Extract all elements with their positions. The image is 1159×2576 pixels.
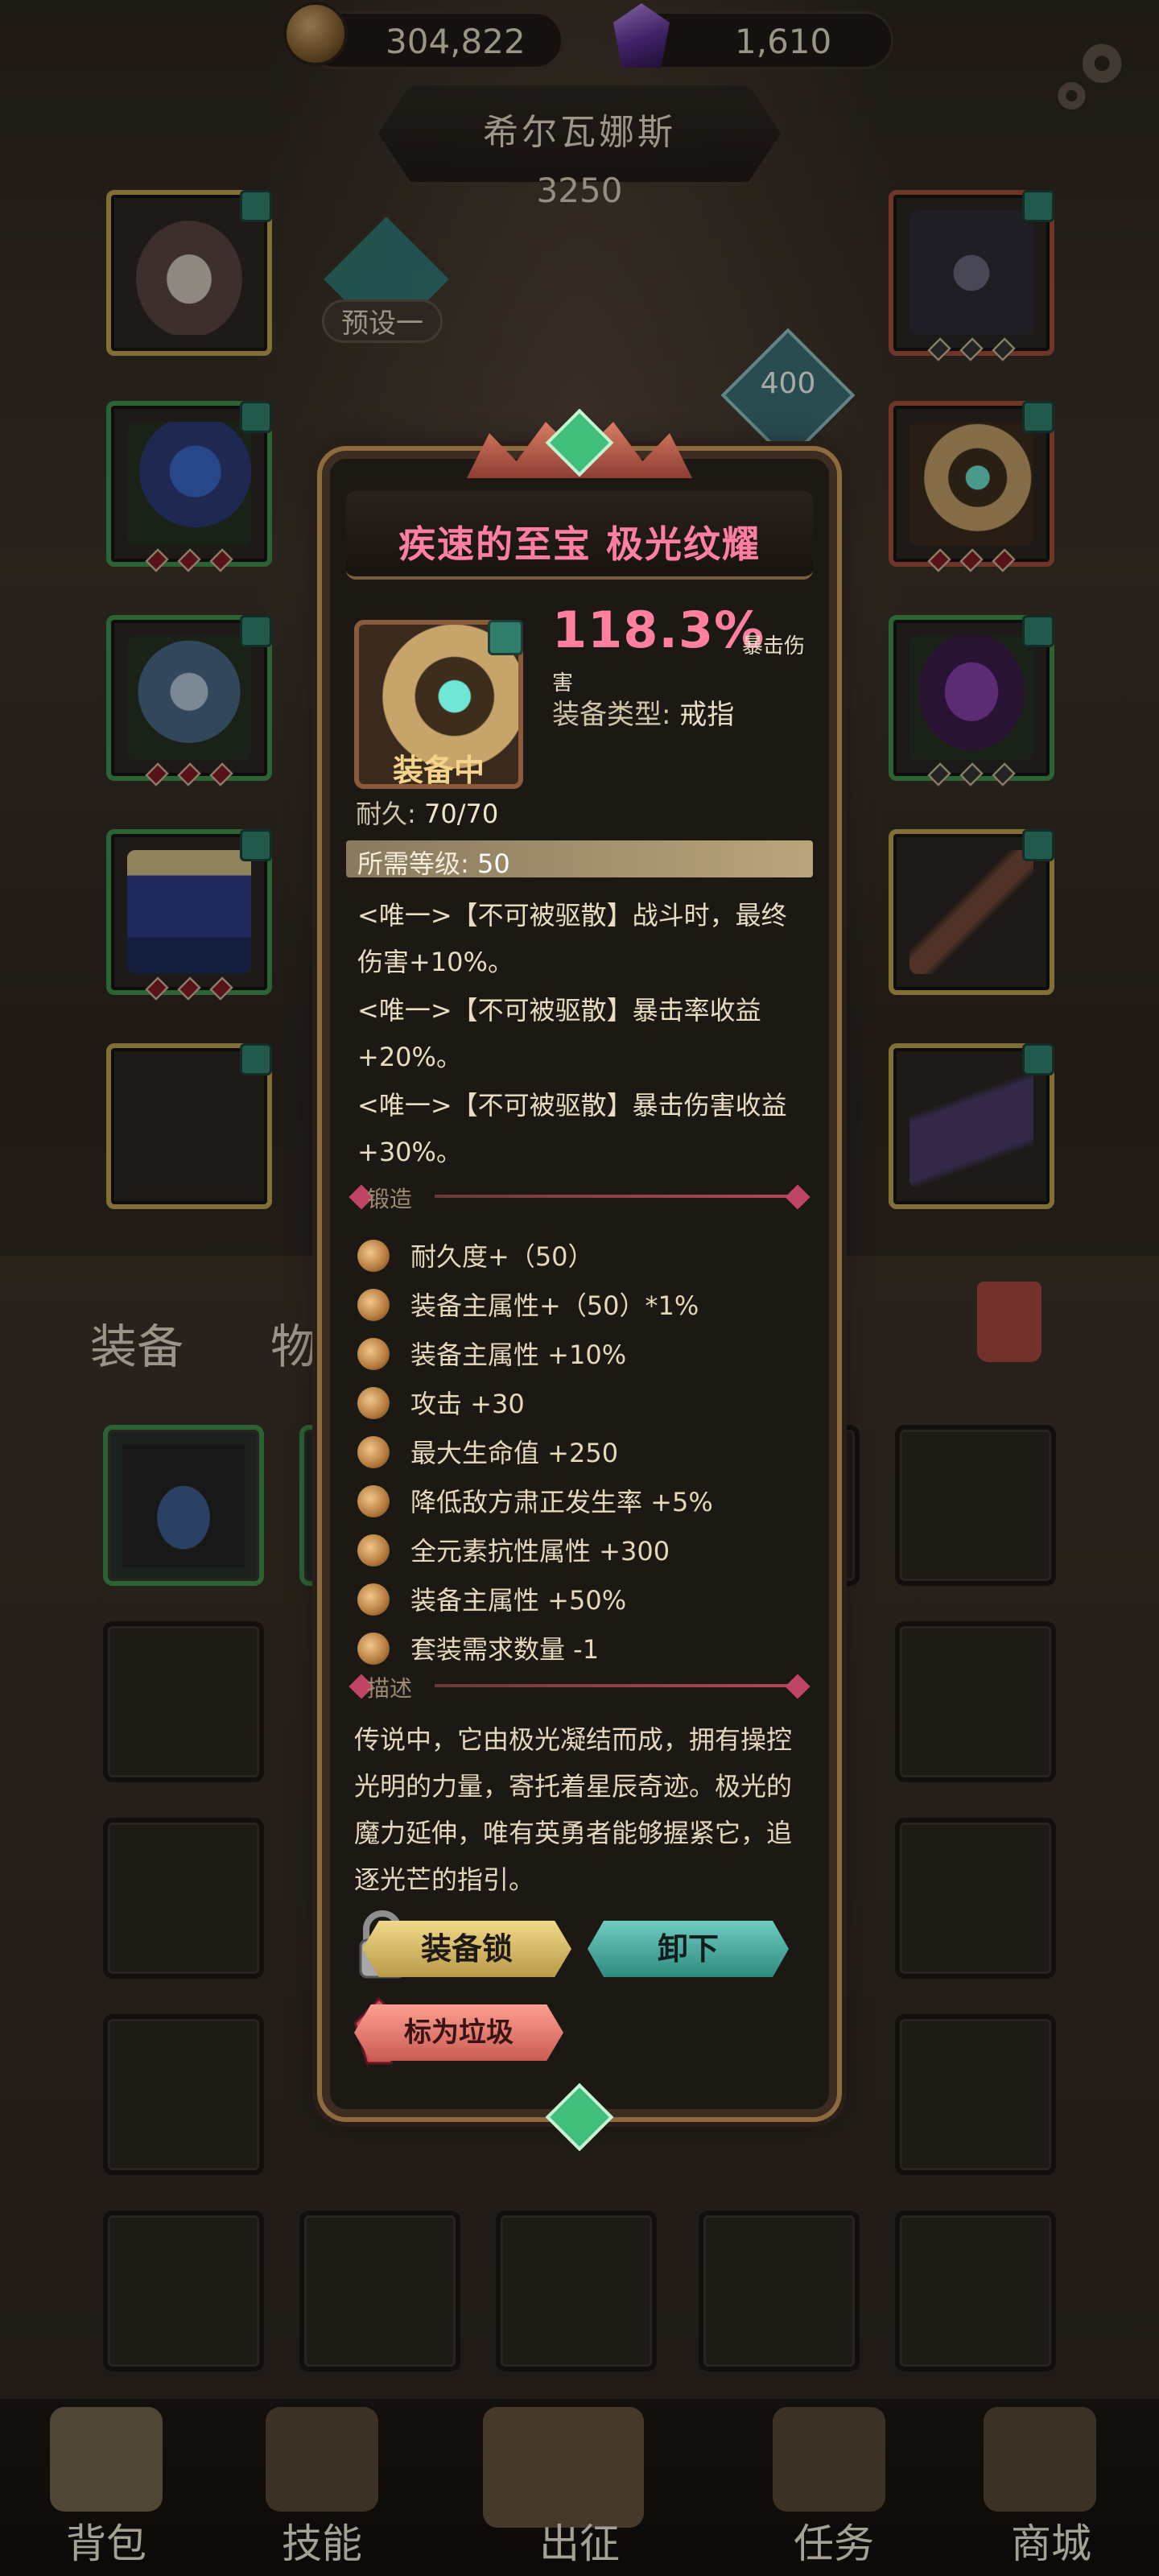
effect-line: <唯一>【不可被驱散】暴击伤害收益 xyxy=(357,1090,787,1121)
forge-text: 装备主属性+（50）*1% xyxy=(410,1290,699,1321)
mark-junk-button[interactable]: 标为垃圾 xyxy=(354,2004,563,2061)
forge-text: 套装需求数量 -1 xyxy=(410,1634,600,1665)
equipped-label: 装备中 xyxy=(392,753,485,788)
forge-dot-icon xyxy=(357,1485,390,1517)
durability-label: 耐久: xyxy=(356,799,416,829)
main-stat-name: 暴击伤 xyxy=(742,634,806,658)
forge-section-label: 锻造 xyxy=(367,1186,413,1212)
required-level: 所需等级: 50 xyxy=(357,844,510,881)
forge-item: 套装需求数量 -1 xyxy=(357,1624,808,1673)
unequip-button[interactable]: 卸下 xyxy=(588,1921,789,1977)
forge-dot-icon xyxy=(357,1633,390,1665)
equip-type: 装备类型: 戒指 xyxy=(552,692,734,732)
forge-item: 攻击 +30 xyxy=(357,1379,808,1427)
forge-dot-icon xyxy=(357,1436,390,1468)
forge-item: 全元素抗性属性 +300 xyxy=(357,1526,808,1575)
forge-item: 装备主属性 +10% xyxy=(357,1330,808,1378)
forge-dot-icon xyxy=(357,1338,390,1370)
forge-dot-icon xyxy=(357,1534,390,1567)
forge-dot-icon xyxy=(357,1387,390,1419)
forge-dot-icon xyxy=(357,1289,390,1321)
equipment-lock-button[interactable]: 装备锁 xyxy=(362,1921,571,1977)
forge-text: 降低敌方肃正发生率 +5% xyxy=(410,1487,713,1517)
forge-item: 耐久度+（50） xyxy=(357,1232,808,1280)
forge-dot-icon xyxy=(357,1240,390,1272)
item-tag-icon xyxy=(488,620,523,655)
forge-item: 最大生命值 +250 xyxy=(357,1428,808,1476)
forge-text: 最大生命值 +250 xyxy=(410,1438,619,1468)
required-level-value: 50 xyxy=(476,848,510,879)
item-title: 疾速的至宝 极光纹耀 xyxy=(398,522,761,566)
effect-line: +30%。 xyxy=(357,1137,462,1167)
required-level-label: 所需等级: xyxy=(357,848,469,879)
section-divider xyxy=(435,1195,797,1198)
forge-text: 全元素抗性属性 +300 xyxy=(410,1536,670,1567)
forge-text: 装备主属性 +50% xyxy=(410,1585,627,1616)
main-stat-value: 118.3% xyxy=(552,601,765,659)
forge-text: 耐久度+（50） xyxy=(410,1241,594,1272)
forge-item: 装备主属性+（50）*1% xyxy=(357,1281,808,1329)
forge-text: 攻击 +30 xyxy=(410,1389,525,1419)
forge-item: 降低敌方肃正发生率 +5% xyxy=(357,1477,808,1525)
desc-section-label: 描述 xyxy=(367,1675,413,1702)
durability-value: 70/70 xyxy=(423,799,499,829)
effect-line: +20%。 xyxy=(357,1042,462,1072)
effect-line: 伤害+10%。 xyxy=(357,947,514,977)
equip-type-value: 戒指 xyxy=(679,699,735,731)
item-description: 传说中，它由极光凝结而成，拥有操控光明的力量，寄托着星辰奇迹。极光的魔力延伸，唯… xyxy=(354,1724,793,1895)
section-divider xyxy=(435,1684,797,1687)
forge-text: 装备主属性 +10% xyxy=(410,1340,627,1370)
forge-item: 装备主属性 +50% xyxy=(357,1575,808,1624)
durability: 耐久: 70/70 xyxy=(356,794,498,831)
effect-line: <唯一>【不可被驱散】战斗时，最终 xyxy=(357,900,787,931)
effect-line: <唯一>【不可被驱散】暴击率收益 xyxy=(357,995,761,1026)
equip-type-label: 装备类型: xyxy=(552,699,671,731)
forge-dot-icon xyxy=(357,1583,390,1616)
item-tooltip: 疾速的至宝 极光纹耀 装备中 118.3% 暴击伤 害 装备类型: 戒指 耐久:… xyxy=(322,408,837,2152)
